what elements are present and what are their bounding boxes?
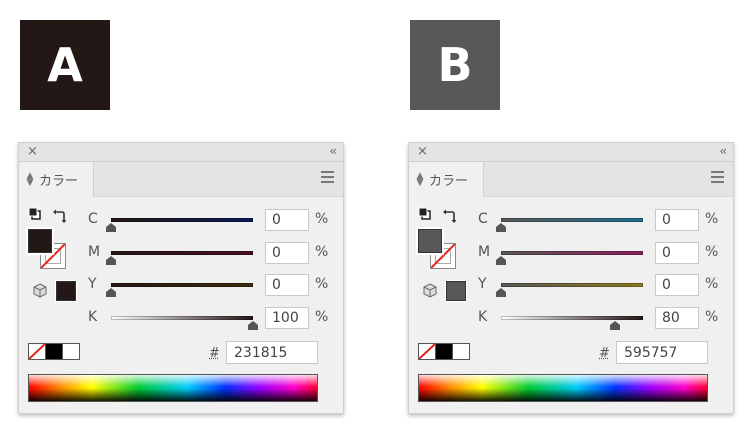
tab-label: カラー <box>39 174 79 189</box>
default-fill-stroke-icon[interactable] <box>418 207 432 221</box>
black-swatch[interactable] <box>45 343 63 360</box>
percent-label: % <box>315 211 329 227</box>
out-of-gamut-cube-icon <box>33 283 47 298</box>
slider-label-y: Y <box>88 276 97 292</box>
value-input-c[interactable]: 0 <box>265 209 309 231</box>
fill-swatch[interactable] <box>26 227 54 255</box>
slider-track-k[interactable] <box>111 316 253 320</box>
tab-bar: ▲ ▼ カラー <box>409 162 733 197</box>
none-swatch[interactable] <box>418 343 436 360</box>
slider-thumb-k[interactable] <box>248 321 258 330</box>
hex-input[interactable]: 231815 <box>226 341 318 364</box>
default-fill-stroke-icon[interactable] <box>28 207 42 221</box>
value-input-m[interactable]: 0 <box>265 242 309 264</box>
value-input-k[interactable]: 100 <box>265 307 309 329</box>
slider-track-c[interactable] <box>501 218 643 222</box>
panel-titlebar: × ‹‹ <box>19 143 343 162</box>
gamut-swatch[interactable] <box>445 280 467 302</box>
quick-swatches <box>418 343 470 360</box>
color-spectrum[interactable] <box>418 374 708 402</box>
badge-a: A <box>20 20 110 110</box>
none-swatch[interactable] <box>28 343 46 360</box>
panel-menu-icon[interactable] <box>321 171 334 186</box>
color-spectrum[interactable] <box>28 374 318 402</box>
slider-thumb-c[interactable] <box>496 223 506 232</box>
slider-label-m: M <box>478 244 491 260</box>
collapse-icon[interactable]: ‹‹ <box>719 143 726 159</box>
slider-track-c[interactable] <box>111 218 253 222</box>
swap-fill-stroke-icon[interactable] <box>443 209 457 223</box>
percent-label: % <box>315 244 329 260</box>
close-icon[interactable]: × <box>27 144 38 160</box>
tab-bar: ▲ ▼ カラー <box>19 162 343 197</box>
tab-options-icon[interactable]: ▲ ▼ <box>415 171 425 187</box>
slider-thumb-m[interactable] <box>496 256 506 265</box>
value-input-k[interactable]: 80 <box>655 307 699 329</box>
value-input-c[interactable]: 0 <box>655 209 699 231</box>
slider-track-y[interactable] <box>111 283 253 287</box>
swap-fill-stroke-icon[interactable] <box>53 209 67 223</box>
slider-track-k[interactable] <box>501 316 643 320</box>
slider-thumb-m[interactable] <box>106 256 116 265</box>
percent-label: % <box>315 309 329 325</box>
white-swatch[interactable] <box>452 343 470 360</box>
slider-track-y[interactable] <box>501 283 643 287</box>
close-icon[interactable]: × <box>417 144 428 160</box>
slider-label-k: K <box>478 309 488 325</box>
slider-track-m[interactable] <box>501 251 643 255</box>
slider-thumb-k[interactable] <box>609 321 620 330</box>
hex-input[interactable]: 595757 <box>616 341 708 364</box>
panel-menu-icon[interactable] <box>711 171 724 186</box>
slider-label-m: M <box>88 244 101 260</box>
slider-label-c: C <box>88 211 98 227</box>
collapse-icon[interactable]: ‹‹ <box>329 143 336 159</box>
quick-swatches <box>28 343 80 360</box>
tab-color[interactable]: ▲ ▼ カラー <box>19 162 94 197</box>
slider-label-y: Y <box>478 276 487 292</box>
percent-label: % <box>705 309 719 325</box>
slider-track-m[interactable] <box>111 251 253 255</box>
value-input-y[interactable]: 0 <box>655 274 699 296</box>
out-of-gamut-cube-icon <box>423 283 437 298</box>
slider-label-k: K <box>88 309 98 325</box>
slider-thumb-c[interactable] <box>106 223 116 232</box>
slider-thumb-y[interactable] <box>106 288 116 297</box>
percent-label: % <box>315 276 329 292</box>
color-panel-a: × ‹‹ ▲ ▼ カラー C 0 % M 0 % Y 0 % K 100 % #… <box>18 142 344 414</box>
hex-label: # <box>599 346 610 361</box>
value-input-y[interactable]: 0 <box>265 274 309 296</box>
percent-label: % <box>705 211 719 227</box>
percent-label: % <box>705 244 719 260</box>
value-input-m[interactable]: 0 <box>655 242 699 264</box>
tab-label: カラー <box>429 174 469 189</box>
black-swatch[interactable] <box>435 343 453 360</box>
fill-swatch[interactable] <box>416 227 444 255</box>
tab-color[interactable]: ▲ ▼ カラー <box>409 162 484 197</box>
panel-titlebar: × ‹‹ <box>409 143 733 162</box>
slider-thumb-y[interactable] <box>496 288 506 297</box>
badge-b: B <box>410 20 500 110</box>
color-panel-b: × ‹‹ ▲ ▼ カラー C 0 % M 0 % Y 0 % K 80 % # … <box>408 142 734 414</box>
slider-label-c: C <box>478 211 488 227</box>
percent-label: % <box>705 276 719 292</box>
white-swatch[interactable] <box>62 343 80 360</box>
gamut-swatch[interactable] <box>55 280 77 302</box>
tab-options-icon[interactable]: ▲ ▼ <box>25 171 35 187</box>
hex-label: # <box>209 346 220 361</box>
